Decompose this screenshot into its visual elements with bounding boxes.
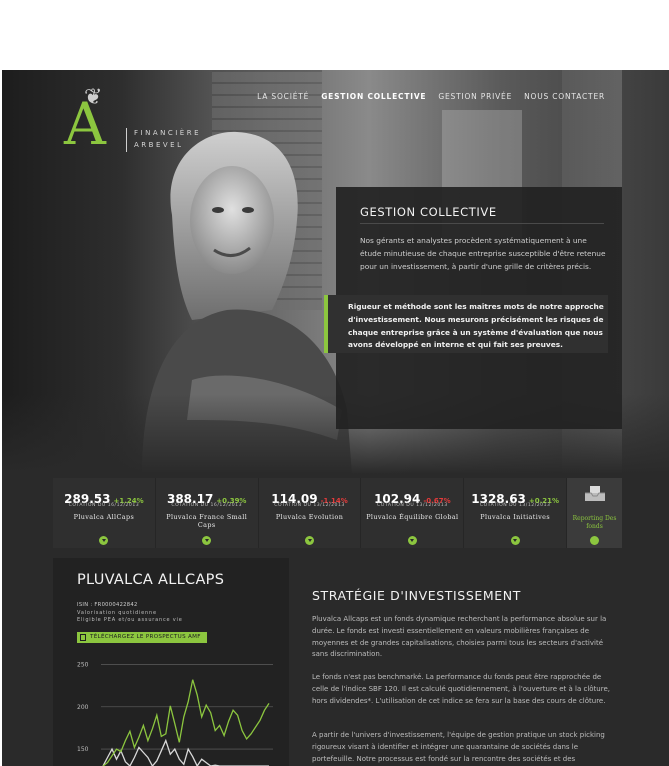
download-label: TÉLÉCHARGEZ LE PROSPECTUS AMF <box>90 634 201 640</box>
reporting-label: Reporting Des fonds <box>572 515 617 530</box>
fund-name: Pluvalca Evolution <box>275 513 344 521</box>
fund-card[interactable]: 289.53 +1.24% COTATION DU 16/12/2013 Pluv… <box>53 478 156 548</box>
chevron-down-icon[interactable] <box>305 536 315 545</box>
nav-item-societe[interactable]: LA SOCIÉTÉ <box>257 92 309 101</box>
performance-chart: 150 200 250 <box>77 661 273 766</box>
fund-date: COTATION DU 16/12/2013 <box>68 503 140 508</box>
fund-name: Pluvalca AllCaps <box>73 513 135 521</box>
hero-quote: Rigueur et méthode sont les maîtres mots… <box>348 302 604 350</box>
nav-item-contact[interactable]: NOUS CONTACTER <box>524 92 605 101</box>
y-tick-label: 150 <box>77 746 89 753</box>
site-canvas: ❦ A FINANCIÈRE ARBEVEL LA SOCIÉTÉ GESTIO… <box>2 70 669 766</box>
hero-info-panel: GESTION COLLECTIVE Nos gérants et analys… <box>324 187 622 429</box>
hero-title: GESTION COLLECTIVE <box>360 205 497 219</box>
nav-item-gestion-collective[interactable]: GESTION COLLECTIVE <box>321 92 426 101</box>
series-line <box>102 738 269 766</box>
fund-date: COTATION DU 16/12/2013 <box>171 503 242 508</box>
fund-card[interactable]: 1328.63 +0.21% COTATION DU 13/12/2013 Plu… <box>464 478 568 548</box>
brand-logo[interactable]: ❦ A FINANCIÈRE ARBEVEL <box>64 84 224 154</box>
fund-card[interactable]: 102.94 -0.67% COTATION DU 13/12/2013 Pluv… <box>361 478 465 548</box>
fund-card[interactable]: 388.17 +0.39% COTATION DU 16/12/2013 Pluv… <box>155 478 259 548</box>
strategy-section: STRATÉGIE D'INVESTISSEMENT Pluvalca Allc… <box>290 558 622 766</box>
brand-name-line2: ARBEVEL <box>134 141 184 149</box>
y-tick-label: 250 <box>77 661 89 668</box>
strategy-title: STRATÉGIE D'INVESTISSEMENT <box>312 588 521 603</box>
fund-strip: 289.53 +1.24% COTATION DU 16/12/2013 Pluv… <box>53 478 622 548</box>
hero-title-rule <box>360 223 604 224</box>
strategy-paragraph: Le fonds n'est pas benchmarké. La perfor… <box>312 673 610 705</box>
fund-date: COTATION DU 13/12/2013 <box>479 503 551 508</box>
fund-detail-title: PLUVALCA ALLCAPS <box>77 572 225 588</box>
series-line <box>102 679 270 766</box>
main-nav: LA SOCIÉTÉ GESTION COLLECTIVE GESTION PR… <box>257 92 605 101</box>
brand-name-line1: FINANCIÈRE <box>134 129 202 137</box>
download-prospectus-button[interactable]: TÉLÉCHARGEZ LE PROSPECTUS AMF <box>77 632 207 643</box>
document-tray-icon <box>585 486 606 501</box>
nav-item-gestion-privee[interactable]: GESTION PRIVÉE <box>438 92 512 101</box>
fund-name: Pluvalca Équilibre Global <box>366 513 459 521</box>
hero-banner: ❦ A FINANCIÈRE ARBEVEL LA SOCIÉTÉ GESTIO… <box>2 70 669 474</box>
strategy-paragraph: Pluvalca Allcaps est un fonds dynamique … <box>312 615 607 659</box>
fund-date: COTATION DU 13/12/2013 <box>377 503 448 508</box>
fund-name: Pluvalca Initiatives <box>480 513 551 521</box>
chevron-down-icon[interactable] <box>202 536 212 545</box>
logo-separator <box>126 128 127 152</box>
chevron-down-icon[interactable] <box>407 536 417 545</box>
fund-card[interactable]: 114.09 -1.14% COTATION DU 13/12/2013 Pluv… <box>258 478 362 548</box>
hero-intro: Nos gérants et analystes procèdent systé… <box>360 236 606 271</box>
logo-letter: A <box>64 90 106 158</box>
fund-valuation: Valorisation quotidienne <box>77 610 157 616</box>
strategy-paragraph: A partir de l'univers d'investissement, … <box>312 731 605 763</box>
y-tick-label: 200 <box>77 704 89 711</box>
fund-name: Pluvalca France Small Caps <box>166 513 248 529</box>
fund-detail-panel: PLUVALCA ALLCAPS ISIN : FR0000422842 Val… <box>53 558 289 766</box>
fund-eligibility: Eligible PEA et/ou assurance vie <box>77 617 183 623</box>
download-icon <box>80 634 86 641</box>
chevron-down-icon[interactable] <box>510 536 520 545</box>
fund-date: COTATION DU 13/12/2013 <box>274 503 345 508</box>
hero-quote-box: Rigueur et méthode sont les maîtres mots… <box>324 295 608 353</box>
chevron-down-icon[interactable] <box>590 536 600 545</box>
fund-isin: ISIN : FR0000422842 <box>77 602 138 608</box>
reporting-button[interactable]: Reporting Des fonds <box>567 478 622 548</box>
chevron-down-icon[interactable] <box>99 536 109 545</box>
